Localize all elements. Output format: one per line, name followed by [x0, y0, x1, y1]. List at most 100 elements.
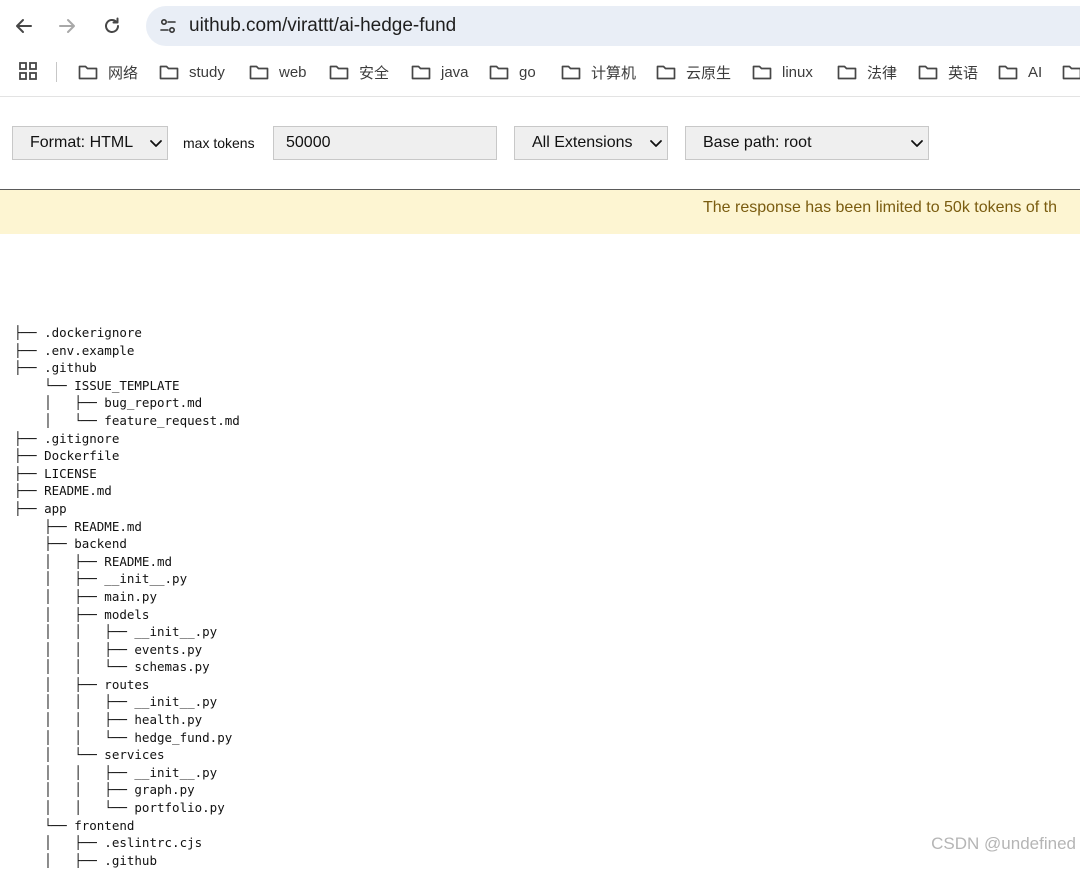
bookmark-label: go [519, 63, 536, 81]
bookmark-label: 英语 [948, 64, 979, 82]
forward-button[interactable] [51, 10, 83, 42]
base-path-select-label: Base path: root [703, 134, 812, 151]
max-tokens-input[interactable] [273, 126, 497, 160]
bookmark-label: AI [1028, 63, 1043, 81]
bookmark-folder[interactable]: 安全 [329, 60, 389, 84]
bookmark-folder[interactable]: 云原生 [656, 60, 731, 84]
tree-entry: │ └── feature_request.md [14, 412, 240, 428]
tree-entry: │ ├── bug_report.md [14, 395, 203, 411]
extensions-select-label: All Extensions [532, 134, 633, 151]
bookmark-folder[interactable]: 法律 [837, 60, 897, 84]
folder-icon [159, 65, 179, 80]
bookmarks-bar: 网络 study web 安全 java go 计算机 云原生 linux 法律 英语 AI [0, 52, 1080, 92]
folder-icon [752, 65, 772, 80]
tree-entry: ├── app [14, 500, 67, 516]
folder-icon [561, 65, 581, 80]
tree-entry: │ ├── .eslintrc.cjs [14, 835, 203, 851]
browser-chrome: uithub.com/virattt/ai-hedge-fund 网络 study… [0, 0, 1080, 97]
tree-entry: │ │ └── schemas.py [14, 659, 210, 675]
tree-entry: │ ├── models [14, 606, 150, 622]
bookmark-folder[interactable]: 网络 [78, 60, 138, 84]
bookmark-label: 法律 [867, 64, 898, 82]
arrow-left-icon [16, 19, 32, 33]
bookmark-label: 云原生 [686, 64, 732, 82]
tree-entry: │ │ ├── __init__.py [14, 694, 218, 710]
tree-entry: ├── .gitignore [14, 430, 120, 446]
folder-icon [837, 65, 857, 80]
folder-icon [1062, 65, 1080, 80]
tree-entry: │ │ ├── events.py [14, 641, 203, 657]
tree-entry: │ │ ├── __init__.py [14, 624, 218, 640]
bookmark-folder[interactable]: web [249, 60, 307, 84]
token-limit-notice: The response has been limited to 50k tok… [0, 190, 1080, 234]
format-select-label: Format: HTML [30, 134, 134, 151]
tree-entry: │ └── services [14, 747, 165, 763]
bookmark-label: 网络 [108, 64, 139, 82]
tree-entry: ├── LICENSE [14, 465, 97, 481]
notice-text: The response has been limited to 50k tok… [703, 199, 1057, 216]
tree-entry: │ ├── README.md [14, 553, 173, 569]
folder-icon [329, 65, 349, 80]
tree-entry: ├── README.md [14, 518, 142, 534]
bookmark-folder[interactable]: java [411, 60, 469, 84]
chevron-down-icon [150, 140, 162, 147]
url-text[interactable]: uithub.com/virattt/ai-hedge-fund [189, 15, 456, 37]
folder-icon [489, 65, 509, 80]
tree-entry: │ │ ├── graph.py [14, 782, 195, 798]
tree-entry: ├── README.md [14, 483, 112, 499]
arrow-right-icon [59, 19, 75, 33]
watermark: CSDN @undefined [931, 834, 1076, 853]
bookmark-label: linux [782, 63, 813, 81]
bookmark-folder[interactable]: AI [998, 60, 1042, 84]
file-tree: ├── .dockerignore ├── .env.example ├── .gi… [14, 324, 240, 869]
tree-entry: └── ISSUE_TEMPLATE [14, 377, 180, 393]
tree-entry: │ │ ├── health.py [14, 712, 203, 728]
navigation-row: uithub.com/virattt/ai-hedge-fund [0, 0, 1080, 52]
folder-icon [998, 65, 1018, 80]
max-tokens-label: max tokens [183, 135, 255, 151]
options-toolbar: Format: HTML max tokens All Extensions B… [0, 97, 1080, 189]
bookmark-label: 安全 [359, 64, 390, 82]
folder-icon [656, 65, 676, 80]
bookmark-label: web [279, 63, 307, 81]
tree-entry: │ ├── __init__.py [14, 571, 188, 587]
folder-icon [78, 65, 98, 80]
tree-entry: │ │ ├── __init__.py [14, 764, 218, 780]
bookmarks-separator [56, 62, 57, 82]
format-select[interactable]: Format: HTML [12, 126, 168, 160]
bookmark-label: java [441, 63, 469, 81]
address-bar[interactable]: uithub.com/virattt/ai-hedge-fund [146, 6, 1080, 46]
bookmark-folder[interactable]: 计算机 [561, 60, 636, 84]
tree-entry: │ ├── .github [14, 852, 157, 868]
apps-grid-icon[interactable] [18, 61, 38, 81]
bookmark-label: 计算机 [591, 64, 637, 82]
tune-icon [160, 18, 176, 34]
folder-icon [249, 65, 269, 80]
tree-entry: ├── .env.example [14, 342, 135, 358]
tree-entry: ├── Dockerfile [14, 448, 120, 464]
chevron-down-icon [650, 140, 662, 147]
extensions-select[interactable]: All Extensions [514, 126, 668, 160]
reload-button[interactable] [96, 10, 128, 42]
site-info-button[interactable] [154, 12, 182, 40]
tree-entry: └── frontend [14, 817, 135, 833]
tree-entry: │ ├── main.py [14, 588, 157, 604]
bookmark-folder[interactable]: linux [752, 60, 813, 84]
base-path-select[interactable]: Base path: root [685, 126, 929, 160]
reload-icon [105, 17, 119, 33]
tree-entry: │ │ └── hedge_fund.py [14, 729, 233, 745]
tree-entry: ├── backend [14, 536, 127, 552]
folder-icon [918, 65, 938, 80]
bookmark-label: study [189, 63, 225, 81]
bookmark-folder[interactable]: go [489, 60, 536, 84]
back-button[interactable] [8, 10, 40, 42]
folder-icon [411, 65, 431, 80]
tree-entry: │ ├── routes [14, 676, 150, 692]
tree-entry: │ │ └── portfolio.py [14, 800, 225, 816]
bookmark-folder-overflow[interactable] [1062, 60, 1080, 84]
bookmark-folder[interactable]: study [159, 60, 225, 84]
bookmark-folder[interactable]: 英语 [918, 60, 978, 84]
tree-entry: ├── .dockerignore [14, 325, 142, 340]
tree-entry: ├── .github [14, 360, 97, 376]
chevron-down-icon [911, 140, 923, 147]
